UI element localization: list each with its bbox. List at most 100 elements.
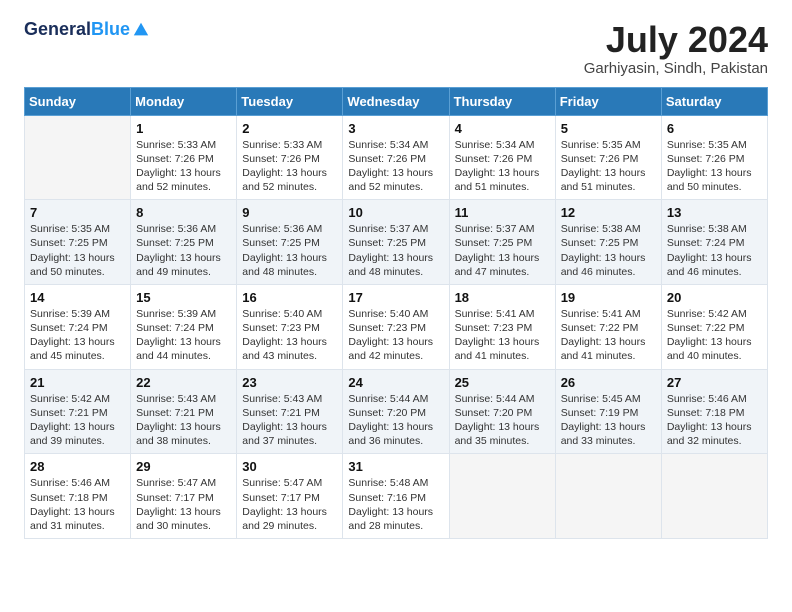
calendar-cell: 13 Sunrise: 5:38 AM Sunset: 7:24 PM Dayli…: [661, 200, 767, 285]
col-header-sunday: Sunday: [25, 87, 131, 115]
day-number: 9: [242, 205, 337, 220]
calendar-cell: [661, 454, 767, 539]
calendar-cell: 14 Sunrise: 5:39 AM Sunset: 7:24 PM Dayli…: [25, 284, 131, 369]
calendar-table: SundayMondayTuesdayWednesdayThursdayFrid…: [24, 87, 768, 539]
day-info: Sunrise: 5:37 AM Sunset: 7:25 PM Dayligh…: [455, 222, 550, 279]
calendar-cell: 6 Sunrise: 5:35 AM Sunset: 7:26 PM Daylig…: [661, 115, 767, 200]
day-number: 3: [348, 121, 443, 136]
week-row-4: 21Sunrise: 5:42 AM Sunset: 7:21 PM Dayli…: [25, 369, 768, 454]
day-number: 26: [561, 375, 656, 390]
calendar-cell: 31 Sunrise: 5:48 AM Sunset: 7:16 PM Dayli…: [343, 454, 449, 539]
location: Garhiyasin, Sindh, Pakistan: [584, 60, 768, 77]
col-header-thursday: Thursday: [449, 87, 555, 115]
day-number: 6: [667, 121, 762, 136]
day-info: Sunrise: 5:44 AM Sunset: 7:20 PM Dayligh…: [455, 392, 550, 449]
day-info: Sunrise: 5:35 AM Sunset: 7:26 PM Dayligh…: [667, 138, 762, 195]
day-number: 8: [136, 205, 231, 220]
calendar-cell: 23 Sunrise: 5:43 AM Sunset: 7:21 PM Dayli…: [237, 369, 343, 454]
day-info: Sunrise: 5:38 AM Sunset: 7:25 PM Dayligh…: [561, 222, 656, 279]
day-number: 13: [667, 205, 762, 220]
calendar-cell: 26 Sunrise: 5:45 AM Sunset: 7:19 PM Dayli…: [555, 369, 661, 454]
calendar-cell: 1Sunrise: 5:33 AM Sunset: 7:26 PM Daylig…: [131, 115, 237, 200]
day-number: 15: [136, 290, 231, 305]
day-info: Sunrise: 5:39 AM Sunset: 7:24 PM Dayligh…: [30, 307, 125, 364]
day-number: 29: [136, 459, 231, 474]
day-info: Sunrise: 5:39 AM Sunset: 7:24 PM Dayligh…: [136, 307, 231, 364]
title-block: July 2024 Garhiyasin, Sindh, Pakistan: [584, 20, 768, 77]
day-number: 12: [561, 205, 656, 220]
day-number: 30: [242, 459, 337, 474]
day-number: 24: [348, 375, 443, 390]
day-number: 20: [667, 290, 762, 305]
day-number: 4: [455, 121, 550, 136]
day-info: Sunrise: 5:41 AM Sunset: 7:22 PM Dayligh…: [561, 307, 656, 364]
calendar-cell: [555, 454, 661, 539]
day-info: Sunrise: 5:37 AM Sunset: 7:25 PM Dayligh…: [348, 222, 443, 279]
calendar-cell: 2 Sunrise: 5:33 AM Sunset: 7:26 PM Daylig…: [237, 115, 343, 200]
calendar-cell: 7 Sunrise: 5:35 AM Sunset: 7:25 PM Daylig…: [25, 200, 131, 285]
day-info: Sunrise: 5:41 AM Sunset: 7:23 PM Dayligh…: [455, 307, 550, 364]
calendar-cell: 30 Sunrise: 5:47 AM Sunset: 7:17 PM Dayli…: [237, 454, 343, 539]
calendar-cell: [25, 115, 131, 200]
calendar-cell: 8Sunrise: 5:36 AM Sunset: 7:25 PM Daylig…: [131, 200, 237, 285]
col-header-tuesday: Tuesday: [237, 87, 343, 115]
day-number: 2: [242, 121, 337, 136]
logo-text: GeneralBlue: [24, 20, 130, 40]
day-number: 19: [561, 290, 656, 305]
calendar-cell: 4Sunrise: 5:34 AM Sunset: 7:26 PM Daylig…: [449, 115, 555, 200]
calendar-cell: 15 Sunrise: 5:39 AM Sunset: 7:24 PM Dayli…: [131, 284, 237, 369]
day-info: Sunrise: 5:48 AM Sunset: 7:16 PM Dayligh…: [348, 476, 443, 533]
calendar-cell: 5Sunrise: 5:35 AM Sunset: 7:26 PM Daylig…: [555, 115, 661, 200]
week-row-3: 14 Sunrise: 5:39 AM Sunset: 7:24 PM Dayli…: [25, 284, 768, 369]
calendar-header-row: SundayMondayTuesdayWednesdayThursdayFrid…: [25, 87, 768, 115]
day-info: Sunrise: 5:44 AM Sunset: 7:20 PM Dayligh…: [348, 392, 443, 449]
calendar-body: 1Sunrise: 5:33 AM Sunset: 7:26 PM Daylig…: [25, 115, 768, 538]
day-info: Sunrise: 5:40 AM Sunset: 7:23 PM Dayligh…: [242, 307, 337, 364]
day-number: 31: [348, 459, 443, 474]
col-header-wednesday: Wednesday: [343, 87, 449, 115]
day-info: Sunrise: 5:36 AM Sunset: 7:25 PM Dayligh…: [242, 222, 337, 279]
calendar-cell: 17Sunrise: 5:40 AM Sunset: 7:23 PM Dayli…: [343, 284, 449, 369]
day-info: Sunrise: 5:46 AM Sunset: 7:18 PM Dayligh…: [30, 476, 125, 533]
logo-icon: [132, 21, 150, 39]
day-info: Sunrise: 5:38 AM Sunset: 7:24 PM Dayligh…: [667, 222, 762, 279]
calendar-cell: 12 Sunrise: 5:38 AM Sunset: 7:25 PM Dayli…: [555, 200, 661, 285]
day-info: Sunrise: 5:33 AM Sunset: 7:26 PM Dayligh…: [242, 138, 337, 195]
day-info: Sunrise: 5:40 AM Sunset: 7:23 PM Dayligh…: [348, 307, 443, 364]
calendar-cell: 18 Sunrise: 5:41 AM Sunset: 7:23 PM Dayli…: [449, 284, 555, 369]
day-info: Sunrise: 5:43 AM Sunset: 7:21 PM Dayligh…: [242, 392, 337, 449]
day-info: Sunrise: 5:42 AM Sunset: 7:22 PM Dayligh…: [667, 307, 762, 364]
calendar-cell: 22Sunrise: 5:43 AM Sunset: 7:21 PM Dayli…: [131, 369, 237, 454]
calendar-cell: 24 Sunrise: 5:44 AM Sunset: 7:20 PM Dayli…: [343, 369, 449, 454]
calendar-cell: 21Sunrise: 5:42 AM Sunset: 7:21 PM Dayli…: [25, 369, 131, 454]
day-number: 23: [242, 375, 337, 390]
day-number: 16: [242, 290, 337, 305]
calendar-cell: 20 Sunrise: 5:42 AM Sunset: 7:22 PM Dayli…: [661, 284, 767, 369]
calendar-cell: 19 Sunrise: 5:41 AM Sunset: 7:22 PM Dayli…: [555, 284, 661, 369]
day-number: 27: [667, 375, 762, 390]
day-number: 18: [455, 290, 550, 305]
calendar-cell: 27 Sunrise: 5:46 AM Sunset: 7:18 PM Dayli…: [661, 369, 767, 454]
day-info: Sunrise: 5:47 AM Sunset: 7:17 PM Dayligh…: [242, 476, 337, 533]
week-row-1: 1Sunrise: 5:33 AM Sunset: 7:26 PM Daylig…: [25, 115, 768, 200]
day-info: Sunrise: 5:45 AM Sunset: 7:19 PM Dayligh…: [561, 392, 656, 449]
calendar-cell: 11 Sunrise: 5:37 AM Sunset: 7:25 PM Dayli…: [449, 200, 555, 285]
day-number: 14: [30, 290, 125, 305]
day-number: 28: [30, 459, 125, 474]
day-number: 10: [348, 205, 443, 220]
week-row-2: 7 Sunrise: 5:35 AM Sunset: 7:25 PM Daylig…: [25, 200, 768, 285]
col-header-friday: Friday: [555, 87, 661, 115]
day-number: 25: [455, 375, 550, 390]
calendar-cell: [449, 454, 555, 539]
day-info: Sunrise: 5:33 AM Sunset: 7:26 PM Dayligh…: [136, 138, 231, 195]
day-info: Sunrise: 5:35 AM Sunset: 7:25 PM Dayligh…: [30, 222, 125, 279]
day-info: Sunrise: 5:47 AM Sunset: 7:17 PM Dayligh…: [136, 476, 231, 533]
page-header: GeneralBlue July 2024 Garhiyasin, Sindh,…: [24, 20, 768, 77]
day-info: Sunrise: 5:46 AM Sunset: 7:18 PM Dayligh…: [667, 392, 762, 449]
day-number: 22: [136, 375, 231, 390]
day-number: 21: [30, 375, 125, 390]
calendar-cell: 10 Sunrise: 5:37 AM Sunset: 7:25 PM Dayli…: [343, 200, 449, 285]
day-number: 7: [30, 205, 125, 220]
calendar-cell: 16 Sunrise: 5:40 AM Sunset: 7:23 PM Dayli…: [237, 284, 343, 369]
day-number: 11: [455, 205, 550, 220]
